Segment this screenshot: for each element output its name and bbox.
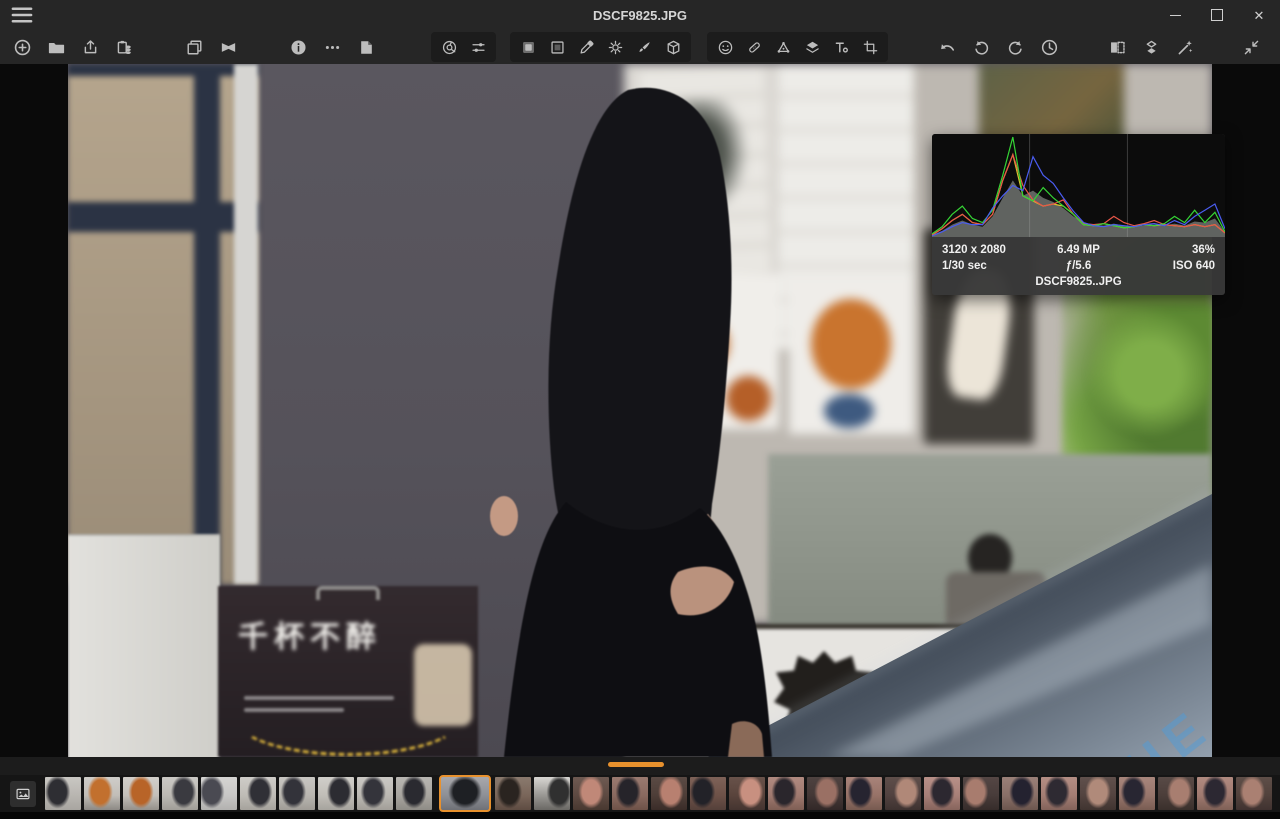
iso-value: ISO 640 <box>1124 260 1215 272</box>
filmstrip-scroll-indicator[interactable] <box>608 762 664 767</box>
filmstrip-thumbnail[interactable] <box>45 777 81 810</box>
toolbar-group <box>9 34 137 60</box>
histogram-chart <box>932 134 1225 237</box>
panel-filename: DSCF9825..JPG <box>932 273 1225 295</box>
filmstrip-thumbnail[interactable] <box>162 777 198 810</box>
crop-icon[interactable] <box>858 35 882 59</box>
maximize-icon <box>1211 9 1223 21</box>
filmstrip-thumbnail[interactable] <box>318 777 354 810</box>
exif-stats: 3120 x 2080 6.49 MP 36% 1/30 sec ƒ/5.6 I… <box>932 237 1225 273</box>
export-icon[interactable] <box>77 34 103 60</box>
minimize-icon <box>1170 15 1181 16</box>
browse-images-button[interactable] <box>10 781 36 807</box>
filmstrip-thumbnail[interactable] <box>768 777 804 810</box>
brush-icon[interactable] <box>632 35 656 59</box>
vignette-icon[interactable] <box>516 35 540 59</box>
toolbar-group <box>1104 34 1198 60</box>
toolbar-group-pill <box>431 32 496 62</box>
filmstrip-thumbnail[interactable] <box>240 777 276 810</box>
minimize-button[interactable] <box>1154 0 1196 30</box>
sliders-icon[interactable] <box>466 35 490 59</box>
filmstrip-thumbnail[interactable] <box>1002 777 1038 810</box>
magic-wand-icon[interactable] <box>1172 34 1198 60</box>
window-controls: ✕ <box>1154 0 1280 30</box>
liquify-icon[interactable] <box>771 35 795 59</box>
filmstrip-thumbnail[interactable] <box>885 777 921 810</box>
shutter-value: 1/30 sec <box>942 260 1033 272</box>
histogram-info-panel[interactable]: 3120 x 2080 6.49 MP 36% 1/30 sec ƒ/5.6 I… <box>932 134 1225 295</box>
cube-3d-icon[interactable] <box>661 35 685 59</box>
close-icon: ✕ <box>1254 9 1265 22</box>
filmstrip-thumbnail[interactable] <box>729 777 765 810</box>
folder-icon[interactable] <box>43 34 69 60</box>
filmstrip-thumbnail[interactable] <box>651 777 687 810</box>
filmstrip-thumbnail[interactable] <box>84 777 120 810</box>
filmstrip-thumbnail[interactable] <box>396 777 432 810</box>
window-title: DSCF9825.JPG <box>0 8 1280 23</box>
toolbar <box>0 30 1280 64</box>
batch-icon[interactable] <box>353 34 379 60</box>
filmstrip-thumbnail[interactable] <box>1119 777 1155 810</box>
hamburger-menu-icon[interactable] <box>8 2 36 28</box>
zoom-level-value: 36% <box>1124 244 1215 256</box>
filmstrip-thumbnail[interactable] <box>123 777 159 810</box>
filmstrip <box>0 775 1280 812</box>
heal-icon[interactable] <box>742 35 766 59</box>
filmstrip-thumbnail[interactable] <box>1041 777 1077 810</box>
filmstrip-thumbnail[interactable] <box>846 777 882 810</box>
filmstrip-thumbnail[interactable] <box>573 777 609 810</box>
title-bar: DSCF9825.JPG ✕ <box>0 0 1280 30</box>
filmstrip-thumbnail[interactable] <box>924 777 960 810</box>
maximize-button[interactable] <box>1196 0 1238 30</box>
filmstrip-thumbnail[interactable] <box>357 777 393 810</box>
toolbar-group-pill <box>707 32 888 62</box>
film-flag-icon[interactable] <box>215 34 241 60</box>
close-button[interactable]: ✕ <box>1238 0 1280 30</box>
history-icon[interactable] <box>1036 34 1062 60</box>
filmstrip-thumbnail[interactable] <box>690 777 726 810</box>
panel-toggle-icon[interactable] <box>1104 34 1130 60</box>
face-retouch-icon[interactable] <box>713 35 737 59</box>
filmstrip-thumbnail[interactable] <box>1080 777 1116 810</box>
filmstrip-thumbnail[interactable] <box>1158 777 1194 810</box>
text-tool-icon[interactable] <box>829 35 853 59</box>
rotate-cw-icon[interactable] <box>1002 34 1028 60</box>
duplicate-icon[interactable] <box>181 34 207 60</box>
color-wheel-icon[interactable] <box>437 35 461 59</box>
viewer-area: 千杯不醉 SALANG <box>0 64 1280 757</box>
filmstrip-thumbnail[interactable] <box>612 777 648 810</box>
resolution-value: 3120 x 2080 <box>942 244 1033 256</box>
paste-adjustments-icon[interactable] <box>111 34 137 60</box>
filmstrip-thumbnail[interactable] <box>201 777 237 810</box>
filmstrip-thumbnail[interactable] <box>534 777 570 810</box>
rotate-ccw-icon[interactable] <box>968 34 994 60</box>
info-icon[interactable] <box>285 34 311 60</box>
add-icon[interactable] <box>9 34 35 60</box>
filmstrip-thumbnail[interactable] <box>1197 777 1233 810</box>
frame-icon[interactable] <box>545 35 569 59</box>
filmstrip-thumbnail-selected[interactable] <box>439 775 491 812</box>
filmstrip-thumbnail[interactable] <box>807 777 843 810</box>
eyedropper-icon[interactable] <box>574 35 598 59</box>
megapixels-value: 6.49 MP <box>1033 244 1124 256</box>
filmstrip-thumbnail[interactable] <box>1236 777 1272 810</box>
filmstrip-thumbnail[interactable] <box>279 777 315 810</box>
filmstrip-thumbnail[interactable] <box>495 777 531 810</box>
toolbar-group-pill <box>510 32 691 62</box>
undo-icon[interactable] <box>934 34 960 60</box>
brightness-icon[interactable] <box>603 35 627 59</box>
more-icon[interactable] <box>319 34 345 60</box>
filmstrip-thumbnail[interactable] <box>963 777 999 810</box>
histogram-plot <box>932 134 1225 237</box>
layers-icon[interactable] <box>800 35 824 59</box>
toolbar-group <box>181 34 241 60</box>
toolbar-group <box>285 34 379 60</box>
scroll-strip <box>0 757 1280 775</box>
flatten-icon[interactable] <box>1138 34 1164 60</box>
bottom-bar <box>0 812 1280 819</box>
toolbar-group <box>1238 34 1264 60</box>
toolbar-group <box>934 34 1062 60</box>
collapse-icon[interactable] <box>1238 34 1264 60</box>
aperture-value: ƒ/5.6 <box>1033 260 1124 272</box>
